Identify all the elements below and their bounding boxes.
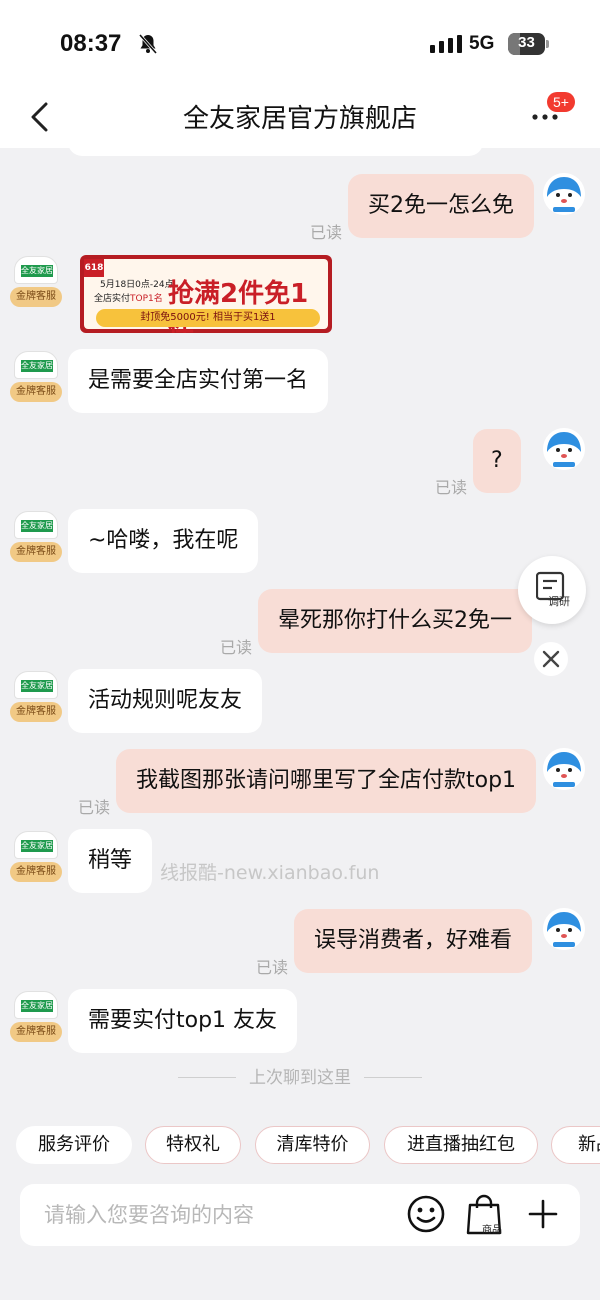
- read-receipt: 已读: [256, 958, 289, 977]
- shop-avatar[interactable]: 全友家居 金牌客服: [10, 349, 62, 405]
- chip-clearance[interactable]: 清库特价: [255, 1126, 370, 1164]
- user-avatar[interactable]: [543, 908, 585, 950]
- shop-avatar[interactable]: 全友家居 金牌客服: [10, 829, 62, 885]
- goods-label: 商品: [482, 1225, 502, 1236]
- back-arrow-icon[interactable]: [28, 100, 52, 134]
- banner-top1: 全店实付TOP1名: [94, 294, 163, 304]
- survey-button[interactable]: 调研: [518, 556, 586, 624]
- user-avatar-icon: [543, 428, 585, 470]
- message-bubble-in[interactable]: ~哈喽，我在呢: [68, 509, 259, 573]
- shop-avatar[interactable]: 全友家居 金牌客服: [10, 669, 62, 725]
- shop-avatar[interactable]: 全友家居 金牌客服: [10, 989, 62, 1045]
- chip-service-rating[interactable]: 服务评价: [16, 1126, 132, 1164]
- shop-avatar[interactable]: 全友家居 金牌客服: [10, 509, 62, 565]
- user-avatar[interactable]: [543, 173, 585, 215]
- message-bubble-out[interactable]: 买2免一怎么免: [348, 174, 534, 238]
- goods-button[interactable]: 商品: [466, 1194, 508, 1236]
- read-receipt: 已读: [78, 798, 111, 817]
- read-receipt: 已读: [310, 223, 343, 242]
- survey-label: 调研: [548, 595, 570, 608]
- notification-badge: 5+: [547, 92, 575, 112]
- user-avatar[interactable]: [543, 428, 585, 470]
- plus-icon[interactable]: [528, 1199, 558, 1229]
- message-bubble-in[interactable]: 稍等: [68, 829, 153, 893]
- message-bubble-in[interactable]: 活动规则呢友友: [68, 669, 263, 733]
- read-receipt: 已读: [220, 638, 253, 657]
- message-bubble-out[interactable]: ?: [473, 429, 521, 493]
- message-bubble-in[interactable]: 是需要全店实付第一名: [68, 349, 329, 413]
- user-avatar-icon: [543, 748, 585, 790]
- message-bubble-out[interactable]: 我截图那张请问哪里写了全店付款top1: [116, 749, 537, 813]
- banner-618-tag: 618: [84, 259, 104, 277]
- banner-date: 5月18日0点-24点: [100, 280, 174, 290]
- promo-banner-image[interactable]: 618 5月18日0点-24点 全店实付TOP1名 抢满2件免1件 封顶免500…: [80, 255, 332, 333]
- close-float-button[interactable]: [534, 642, 568, 676]
- battery-percent: 33: [518, 34, 535, 51]
- signal-icon: [430, 35, 462, 53]
- status-time: 08:37: [60, 30, 122, 57]
- chip-live-red-packet[interactable]: 进直播抽红包: [384, 1126, 538, 1164]
- message-bubble-out[interactable]: 晕死那你打什么买2免一: [258, 589, 532, 653]
- last-read-divider: 上次聊到这里: [178, 1066, 422, 1090]
- shop-avatar[interactable]: 全友家居 金牌客服: [10, 254, 62, 310]
- user-avatar-icon: [543, 908, 585, 950]
- read-receipt: 已读: [435, 478, 468, 497]
- watermark-text: 线报酷-new.xianbao.fun: [160, 862, 380, 884]
- chip-privilege-gift[interactable]: 特权礼: [145, 1126, 241, 1164]
- user-avatar[interactable]: [543, 748, 585, 790]
- previous-message-bubble: [68, 138, 483, 156]
- message-bubble-out[interactable]: 误导消费者，好难看: [294, 909, 533, 973]
- shop-tag: 金牌客服: [10, 287, 62, 307]
- network-type: 5G: [469, 33, 495, 54]
- emoji-icon[interactable]: [406, 1194, 446, 1234]
- quick-reply-chips: 服务评价 特权礼 清库特价 进直播抽红包 新品: [0, 1126, 600, 1166]
- battery-icon: 33: [508, 33, 550, 55]
- status-bar: 08:37 5G 33: [0, 0, 600, 88]
- user-avatar-icon: [543, 173, 585, 215]
- bell-muted-icon: [138, 34, 158, 54]
- banner-pill: 封顶免5000元! 相当于买1送1: [96, 309, 320, 327]
- page-title: 全友家居官方旗舰店: [182, 104, 417, 134]
- message-input-bar: 商品: [20, 1184, 580, 1246]
- close-icon: [542, 650, 560, 668]
- shop-logo-text: 全友家居: [21, 265, 53, 277]
- message-bubble-in[interactable]: 需要实付top1 友友: [68, 989, 298, 1053]
- message-input[interactable]: [44, 1198, 404, 1232]
- chip-new-products[interactable]: 新品: [551, 1126, 600, 1164]
- divider-label: 上次聊到这里: [249, 1068, 351, 1088]
